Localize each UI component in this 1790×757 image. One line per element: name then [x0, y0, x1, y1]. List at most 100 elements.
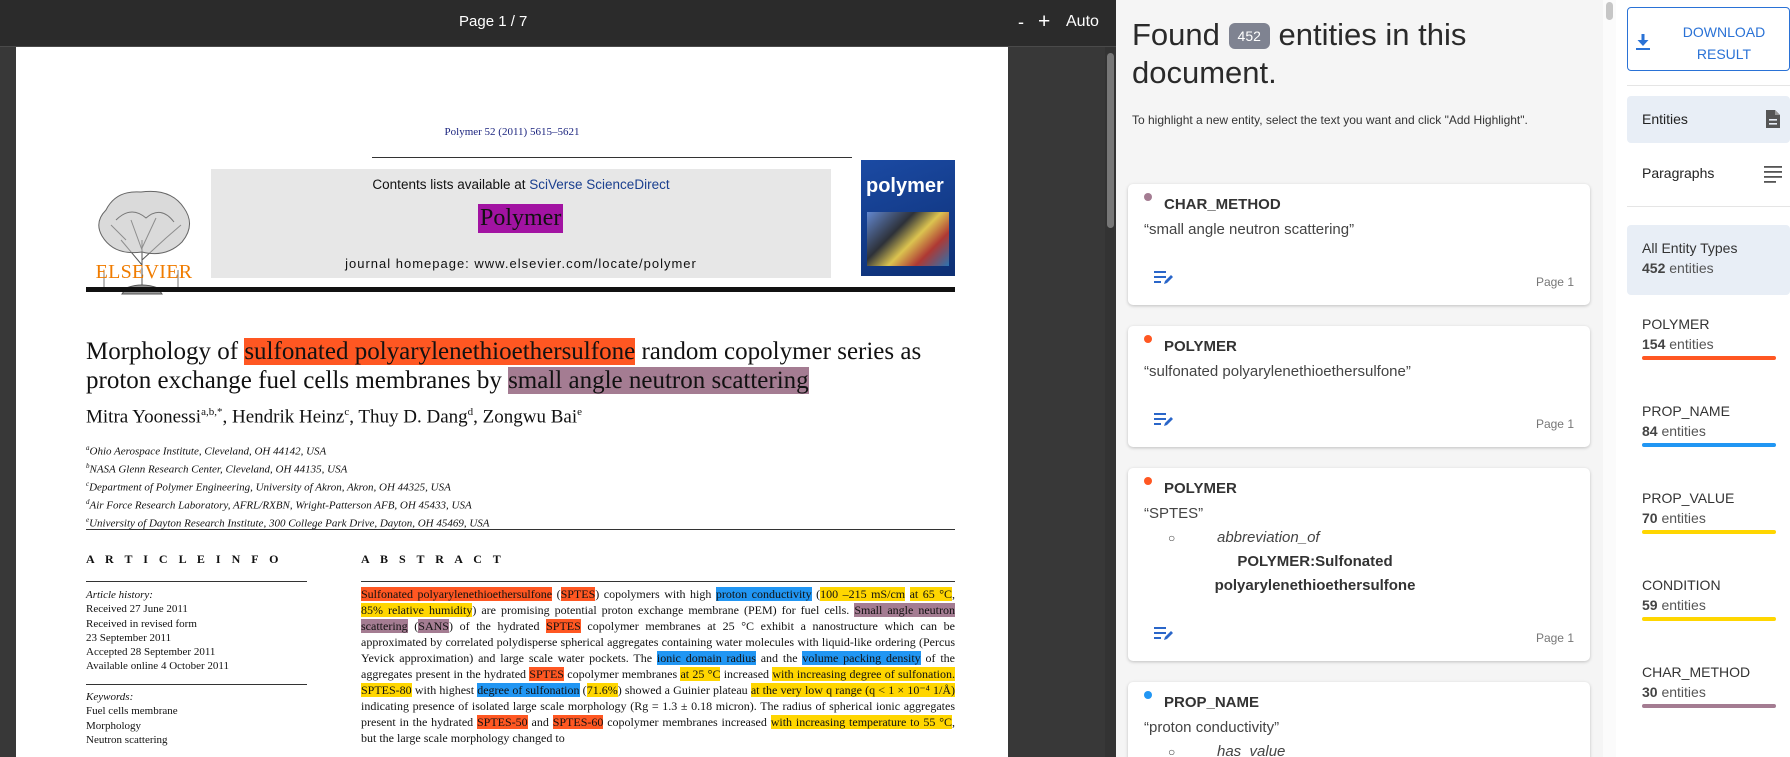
filter-name: CHAR_METHOD — [1642, 664, 1751, 680]
keywords: Keywords: Fuel cells membrane Morphology Ne… — [86, 690, 178, 747]
highlight-value[interactable]: 100 –215 mS/cm — [820, 587, 906, 601]
highlight-value[interactable]: SPTES-80 — [361, 683, 412, 697]
filter-count-number: 154 — [1642, 336, 1666, 352]
author-name[interactable]: Hendrik Heinz — [232, 406, 344, 427]
highlight-polymer[interactable]: Sulfonated polyarylenethioethersulfone — [361, 587, 553, 601]
entity-text: “proton conductivity” — [1144, 719, 1280, 736]
highlight-prop-name[interactable]: ionic domain radius — [656, 651, 756, 665]
filter-entity-type[interactable]: POLYMER 154 entities — [1627, 306, 1790, 386]
affiliation-text: Air Force Research Laboratory, AFRL/RXBN… — [89, 499, 472, 512]
entities-scroll-thumb[interactable] — [1606, 2, 1613, 20]
filter-count-unit: entities — [1661, 597, 1706, 613]
abstract-fragment: copolymer membranes — [563, 667, 681, 681]
highlight-value[interactable]: 85% relative humidity — [361, 603, 473, 617]
highlight-value[interactable]: with increasing degree of sulfonation. — [772, 667, 956, 681]
highlight-value[interactable]: at 25 °C — [680, 667, 721, 681]
entity-page: Page 1 — [1535, 631, 1574, 645]
entity-type: POLYMER — [1164, 338, 1237, 355]
filter-count-unit: entities — [1661, 423, 1706, 439]
entities-panel: Found 452 entities in this document. To … — [1116, 0, 1603, 757]
entity-card[interactable]: PROP_NAME “proton conductivity” ○ has_va… — [1128, 682, 1590, 757]
affiliation-text: Department of Polymer Engineering, Unive… — [89, 481, 451, 494]
entity-card[interactable]: CHAR_METHOD “small angle neutron scatter… — [1128, 184, 1590, 305]
highlight-polymer[interactable]: SPTES — [560, 587, 596, 601]
edit-entity-icon[interactable] — [1154, 626, 1174, 642]
highlight-value[interactable]: at 65 °C — [909, 587, 953, 601]
filter-count: 59 entities — [1642, 597, 1721, 613]
highlight-polymer[interactable]: sulfonated polyarylenethioethersulfone — [244, 338, 636, 365]
edit-entity-icon[interactable] — [1154, 270, 1174, 286]
abstract-text: Sulfonated polyarylenethioethersulfone (… — [361, 586, 956, 746]
article-history-item: Received 27 June 2011 — [86, 603, 188, 616]
author-name[interactable]: Mitra Yoonessi — [86, 406, 201, 427]
filter-entity-type[interactable]: PROP_VALUE 70 entities — [1627, 480, 1790, 560]
highlight-prop-name[interactable]: degree of sulfonation — [477, 683, 580, 697]
entity-text: “SPTES” — [1144, 505, 1204, 522]
abstract-fragment: , — [952, 587, 956, 601]
elsevier-tree-logo — [98, 190, 190, 295]
highlight-hint: To highlight a new entity, select the te… — [1132, 113, 1528, 127]
elsevier-wordmark: ELSEVIER — [95, 261, 193, 283]
highlight-value[interactable]: 71.6% — [586, 683, 618, 697]
relation-type: has_value — [1217, 743, 1286, 757]
article-history-item: Received in revised form — [86, 617, 197, 630]
journal-cover-image: polymer — [861, 160, 955, 276]
highlight-prop-name[interactable]: volume packing density — [802, 651, 921, 665]
entity-page: Page 1 — [1535, 417, 1574, 431]
pdf-scroll-thumb[interactable] — [1107, 53, 1114, 228]
author-name[interactable]: Thuy D. Dang — [358, 406, 467, 427]
nav-paragraphs-label: Paragraphs — [1642, 165, 1715, 181]
zoom-level-select[interactable]: Auto — [1066, 13, 1099, 31]
filter-count-unit: entities — [1669, 336, 1714, 352]
abstract-fragment: ) copolymers with high — [595, 587, 716, 601]
filter-entity-type[interactable]: CONDITION 59 entities — [1627, 567, 1790, 647]
entities-scrollbar[interactable] — [1603, 0, 1616, 757]
affiliation: aOhio Aerospace Institute, Cleveland, OH… — [86, 441, 490, 459]
filter-entity-type[interactable]: CHAR_METHOD 30 entities — [1627, 654, 1790, 734]
article-history-item: Available online 4 October 2011 — [86, 660, 229, 673]
entity-type: POLYMER — [1164, 480, 1237, 497]
affiliation-list: aOhio Aerospace Institute, Cleveland, OH… — [86, 441, 490, 531]
filter-color-bar — [1642, 443, 1776, 447]
right-sidebar: DOWNLOAD RESULT Entities Paragraphs All … — [1616, 0, 1790, 757]
filter-text: CONDITION 59 entities — [1642, 577, 1721, 613]
entity-card[interactable]: POLYMER “sulfonated polyarylenethioether… — [1128, 326, 1590, 447]
highlight-value[interactable]: at the very low q range (q < 1 × 10⁻⁴ 1/… — [750, 683, 956, 697]
filter-count-unit: entities — [1661, 684, 1706, 700]
abstract-fragment: ) of the hydrated — [448, 619, 547, 633]
keyword: Morphology — [86, 719, 141, 732]
affiliation: cDepartment of Polymer Engineering, Univ… — [86, 477, 490, 495]
pdf-page: Polymer 52 (2011) 5615–5621 ELSEVIER Con… — [16, 47, 1008, 757]
download-result-button[interactable]: DOWNLOAD RESULT — [1627, 7, 1790, 71]
highlight-polymer[interactable]: SPTES-60 — [552, 715, 604, 729]
highlight-char-method[interactable]: SANS — [418, 619, 449, 633]
abstract-fragment: ) are promising potential proton exchang… — [472, 603, 855, 617]
affiliation-text: University of Dayton Research Institute,… — [89, 517, 490, 530]
highlight-polymer[interactable]: SPTES-50 — [477, 715, 528, 729]
sciverse-link[interactable]: SciVerse ScienceDirect — [529, 177, 669, 192]
pdf-scrollbar[interactable] — [1105, 47, 1116, 757]
author-name[interactable]: Zongwu Bai — [483, 406, 577, 427]
journal-reference: Polymer 52 (2011) 5615–5621 — [444, 126, 580, 138]
filter-name: POLYMER — [1642, 316, 1710, 332]
edit-entity-icon[interactable] — [1154, 412, 1174, 428]
filter-entity-type[interactable]: PROP_NAME 84 entities — [1627, 393, 1790, 473]
filter-all-entity-types[interactable]: All Entity Types 452 entities — [1627, 225, 1790, 295]
article-history-label: Article history: — [86, 589, 153, 601]
relation-target[interactable]: POLYMER:Sulfonated polyarylenethioethers… — [1185, 550, 1445, 598]
entity-color-dot — [1144, 335, 1152, 343]
journal-name-highlight[interactable]: Polymer — [478, 204, 564, 233]
highlight-polymer[interactable]: SPTES — [546, 619, 581, 633]
highlight-polymer[interactable]: SPTES — [529, 667, 564, 681]
nav-paragraphs[interactable]: Paragraphs — [1627, 150, 1790, 197]
relation-bullet: ○ — [1168, 745, 1176, 757]
nav-entities[interactable]: Entities — [1627, 96, 1790, 143]
filter-color-bar — [1642, 530, 1776, 534]
entity-card[interactable]: POLYMER “SPTES” ○ abbreviation_of POLYME… — [1128, 468, 1590, 661]
zoom-in-button[interactable]: + — [1038, 10, 1050, 34]
highlight-value[interactable]: with increasing temperature to 55 °C — [770, 715, 952, 729]
filter-text: PROP_NAME 84 entities — [1642, 403, 1730, 439]
zoom-out-button[interactable]: - — [1018, 12, 1024, 33]
highlight-prop-name[interactable]: proton conductivity — [715, 587, 812, 601]
highlight-char-method[interactable]: small angle neutron scattering — [508, 367, 809, 394]
